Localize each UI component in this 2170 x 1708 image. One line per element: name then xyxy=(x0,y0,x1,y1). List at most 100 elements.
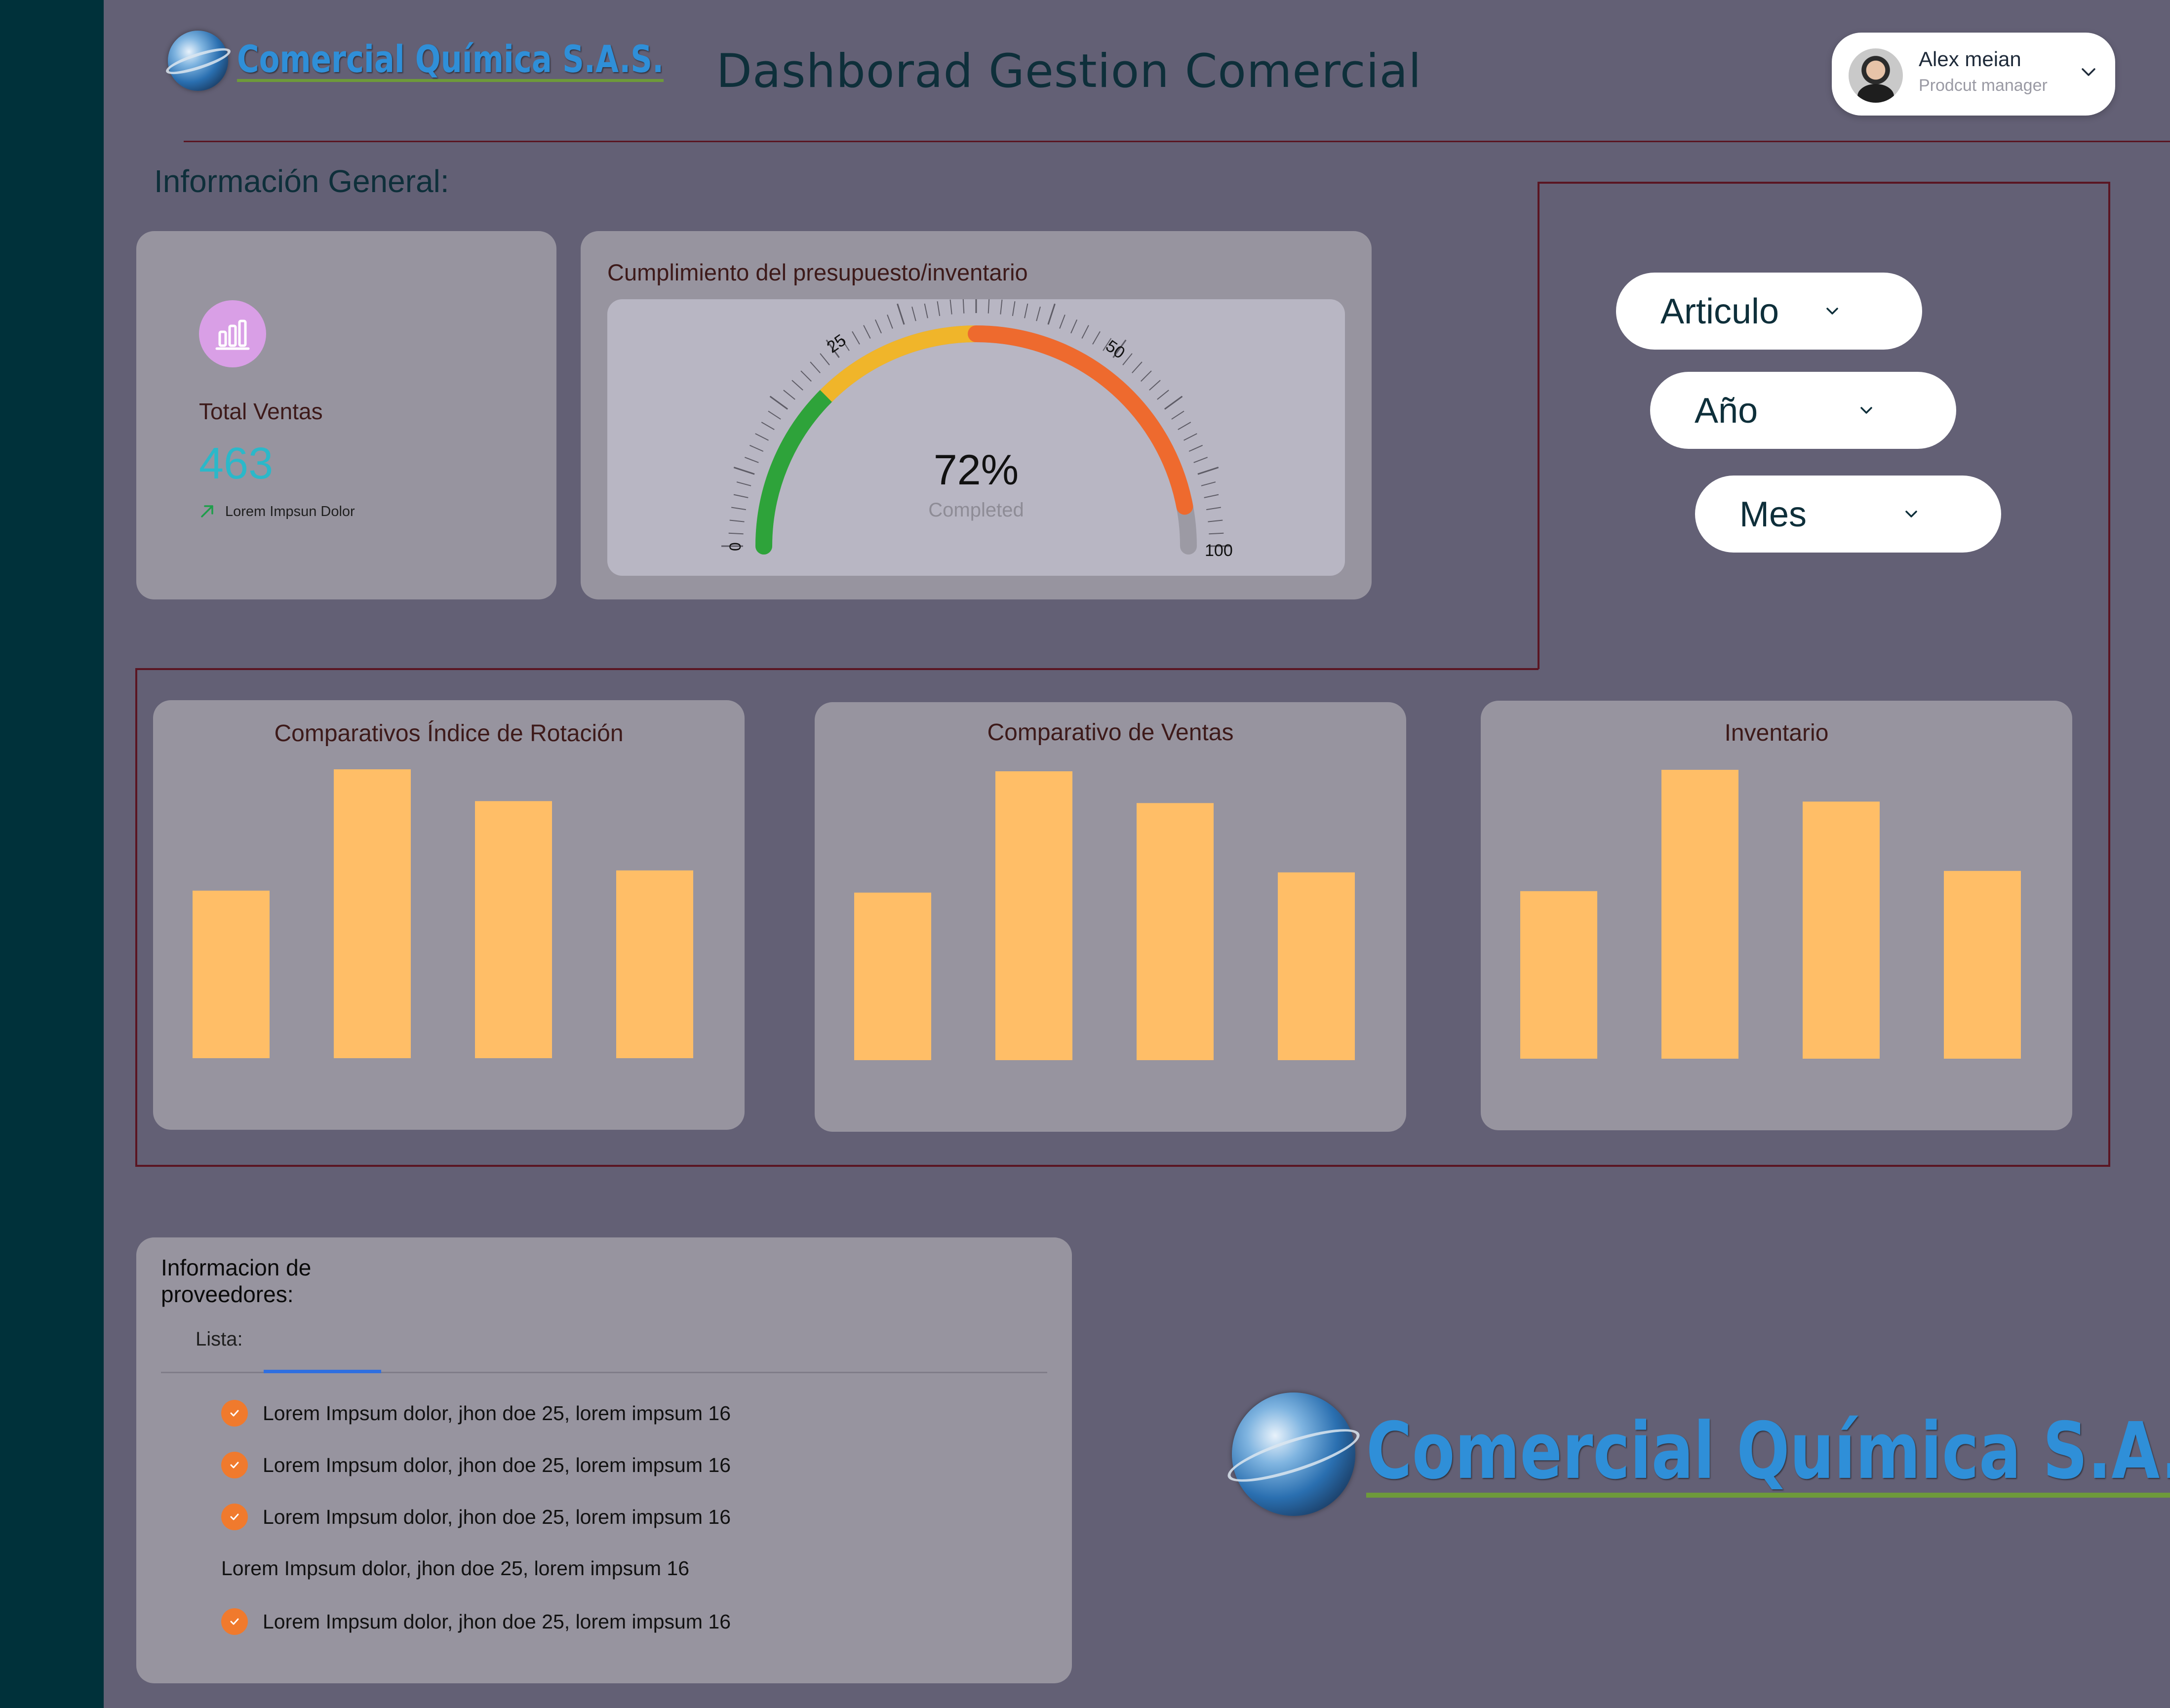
tab-indicator xyxy=(264,1370,381,1373)
suppliers-title: Informacion de proveedores: xyxy=(161,1255,312,1307)
gauge-tick xyxy=(1193,457,1208,463)
bar xyxy=(193,890,270,1058)
bar-chart xyxy=(854,771,1355,1060)
list-item-text: Lorem Impsum dolor, jhon doe 25, lorem i… xyxy=(263,1505,731,1528)
gauge-tick xyxy=(949,299,952,315)
trend-up-icon xyxy=(201,505,213,517)
gauge-tick xyxy=(852,331,860,345)
gauge-tick xyxy=(1197,467,1219,475)
bar xyxy=(334,769,411,1058)
filter-mes[interactable]: Mes xyxy=(1695,476,2001,553)
bar xyxy=(854,892,931,1060)
gauge-tick xyxy=(728,532,744,535)
gauge-title: Cumplimiento del presupuesto/inventario xyxy=(607,259,1028,285)
suppliers-card: Informacion de proveedores: Lista: Lorem… xyxy=(136,1237,1072,1683)
total-sales-value: 463 xyxy=(199,439,274,488)
bar xyxy=(1137,803,1214,1060)
gauge-tick xyxy=(800,370,812,382)
gauge-tick xyxy=(736,481,751,486)
gauge-tick xyxy=(1204,494,1219,498)
gauge-tick xyxy=(1092,331,1101,345)
filter-label: Articulo xyxy=(1660,292,1779,331)
gauge-tick xyxy=(1206,507,1221,511)
gauge-tick xyxy=(1171,410,1184,420)
gauge-tick xyxy=(962,298,965,314)
gauge-tick xyxy=(874,319,882,334)
filter-articulo[interactable]: Articulo xyxy=(1616,273,1922,350)
tab-lista[interactable]: Lista: xyxy=(196,1328,243,1351)
gauge-tick xyxy=(863,325,871,339)
check-icon xyxy=(221,1400,248,1427)
list-item[interactable]: Lorem Impsum dolor, jhon doe 25, lorem i… xyxy=(221,1502,731,1532)
bar xyxy=(1278,872,1355,1060)
chevron-down-icon xyxy=(1860,407,1872,414)
gauge-tick xyxy=(1208,519,1223,522)
list-item-text: Lorem Impsum dolor, jhon doe 25, lorem i… xyxy=(263,1453,731,1476)
gauge-tick xyxy=(1036,306,1041,321)
gauge-tick xyxy=(1081,325,1089,339)
list-item-text: Lorem Impsum dolor, jhon doe 25, lorem i… xyxy=(263,1401,731,1425)
filter-label: Mes xyxy=(1739,495,1807,534)
filter-label: Año xyxy=(1695,391,1758,431)
gauge-tick xyxy=(810,361,821,373)
bar xyxy=(995,771,1072,1060)
list-item[interactable]: Lorem Impsum dolor, jhon doe 25, lorem i… xyxy=(221,1607,731,1636)
gauge-tick xyxy=(729,519,745,522)
bar xyxy=(1803,801,1880,1059)
chevron-down-icon xyxy=(1905,511,1917,517)
filter-ano[interactable]: Año xyxy=(1650,372,1956,449)
gauge-tick xyxy=(1047,303,1056,325)
gauge-tick xyxy=(1178,422,1191,430)
bar-chart-icon xyxy=(199,300,266,367)
gauge-tick-label: 25 xyxy=(824,331,850,357)
gauge-tick xyxy=(911,306,916,321)
list-item[interactable]: Lorem Impsum dolor, jhon doe 25, lorem i… xyxy=(221,1450,731,1480)
gauge-tick xyxy=(1201,481,1216,486)
gauge-tick xyxy=(733,467,755,475)
gauge-tick xyxy=(768,410,781,420)
check-icon xyxy=(221,1452,248,1478)
brand-name: Comercial Química S.A.S. xyxy=(1366,1410,2170,1498)
budget-gauge-card: Cumplimiento del presupuesto/inventario … xyxy=(581,231,1372,599)
list-item-text: Lorem Impsum dolor, jhon doe 25, lorem i… xyxy=(221,1556,690,1580)
gauge-tick xyxy=(887,314,893,329)
chevron-down-icon xyxy=(1826,308,1838,315)
gauge-tick-label: 0 xyxy=(726,542,744,551)
gauge-tick xyxy=(1149,380,1161,391)
list-item-text: Lorem Impsum dolor, jhon doe 25, lorem i… xyxy=(263,1610,731,1633)
bar-chart xyxy=(193,769,693,1058)
gauge-tick xyxy=(1209,532,1224,535)
gauge-tick xyxy=(1141,370,1152,382)
gauge-tick xyxy=(731,507,746,511)
trend-text: Lorem Impsun Dolor xyxy=(225,504,355,519)
bar-chart xyxy=(1520,770,2021,1059)
chart-card-inventory: Inventario xyxy=(1481,701,2072,1130)
gauge-tick xyxy=(791,380,803,391)
chart-card-sales: Comparativo de Ventas xyxy=(815,702,1406,1132)
list-item[interactable]: Lorem Impsum dolor, jhon doe 25, lorem i… xyxy=(221,1398,731,1428)
total-sales-label: Total Ventas xyxy=(199,398,323,424)
check-icon xyxy=(221,1504,248,1530)
check-icon xyxy=(221,1608,248,1635)
gauge-segment-yellow xyxy=(820,325,977,402)
gauge-tick xyxy=(937,301,941,316)
gauge-tick xyxy=(769,396,789,410)
gauge-tick xyxy=(783,390,795,400)
gauge-tick xyxy=(1132,361,1143,373)
bar xyxy=(1944,871,2021,1059)
chart-card-rotation: Comparativos Índice de Rotación xyxy=(153,700,745,1130)
gauge-tick-label: 100 xyxy=(1205,541,1233,560)
gauge-tick xyxy=(1024,303,1028,318)
gauge-tick xyxy=(1012,301,1016,316)
brand-logo-large: Comercial Química S.A.S. xyxy=(1232,1392,2170,1516)
total-sales-card: Total Ventas 463 Lorem Impsun Dolor xyxy=(136,231,556,599)
gauge-tick xyxy=(755,433,769,441)
gauge-tick xyxy=(733,494,749,498)
globe-icon xyxy=(1232,1392,1355,1516)
gauge-tick xyxy=(897,303,905,325)
gauge-tick xyxy=(749,444,764,452)
bar xyxy=(1520,891,1597,1059)
gauge-tick xyxy=(1188,444,1203,452)
gauge-tick xyxy=(1184,433,1197,441)
list-item[interactable]: Lorem Impsum dolor, jhon doe 25, lorem i… xyxy=(221,1553,689,1583)
